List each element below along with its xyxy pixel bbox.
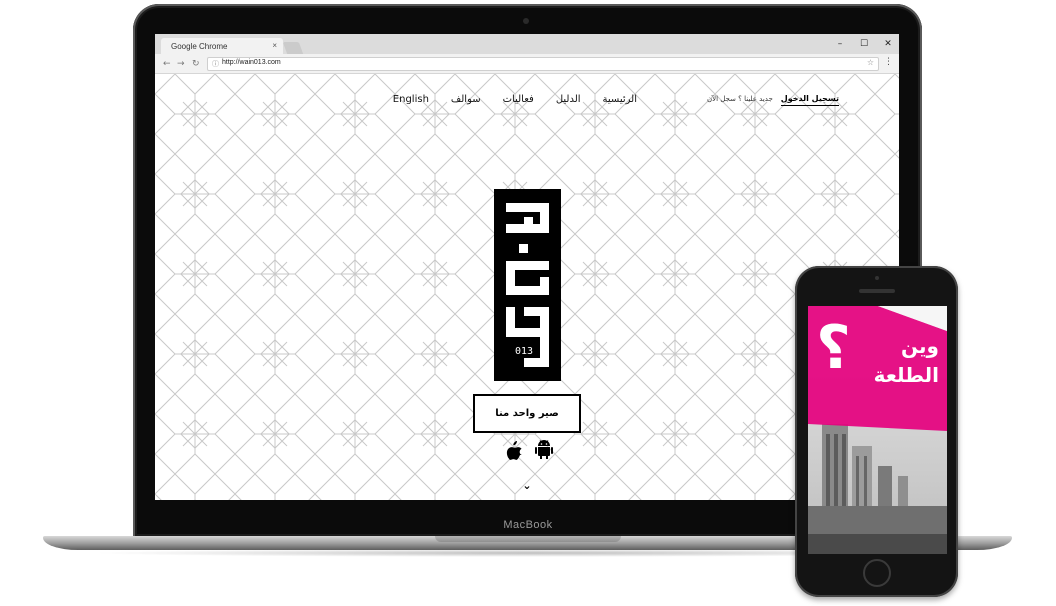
join-us-button[interactable]: صير واحد منا (473, 394, 581, 433)
phone-home-button[interactable] (863, 559, 891, 587)
address-bar-url[interactable]: http://wain013.com (222, 59, 281, 66)
close-window-button[interactable]: ✕ (883, 37, 893, 51)
smartphone: ؟ وين الطلعة (795, 266, 958, 597)
new-tab-button[interactable] (282, 42, 304, 54)
nav-item-events[interactable]: فعاليات (503, 94, 534, 105)
browser-tab-title: Google Chrome (171, 42, 228, 51)
register-link[interactable]: جديد علينا ؟ سجل الآن (707, 95, 773, 103)
tab-close-icon[interactable]: × (272, 41, 277, 50)
nav-item-stories[interactable]: سوالف (451, 94, 481, 105)
browser-toolbar: ← → ↻ ⓘ http://wain013.com ☆ ⋮ (155, 54, 899, 74)
nav-item-home[interactable]: الرئيسية (603, 94, 637, 105)
auth-links: جديد علينا ؟ سجل الآن تسجيل الدخول (707, 94, 839, 106)
browser-tab-bar: Google Chrome × – ☐ ✕ (155, 34, 899, 54)
reload-icon[interactable]: ↻ (192, 57, 200, 71)
bookmark-star-icon[interactable]: ☆ (867, 58, 874, 67)
laptop-camera (523, 18, 529, 24)
phone-headline-line2: الطلعة (873, 363, 939, 387)
phone-speaker (859, 289, 895, 293)
browser-tab[interactable]: Google Chrome × (161, 38, 283, 54)
forward-arrow-icon[interactable]: → (177, 57, 185, 71)
apple-icon[interactable] (505, 440, 523, 460)
scroll-down-chevron-icon[interactable]: ⌄ (155, 479, 899, 492)
phone-question-mark: ؟ (816, 313, 851, 383)
site-logo: 013 (494, 189, 561, 381)
laptop-screen: Google Chrome × – ☐ ✕ ← → ↻ ⓘ http://wai… (155, 34, 899, 500)
nav-item-english[interactable]: English (393, 94, 429, 105)
login-link[interactable]: تسجيل الدخول (780, 94, 839, 106)
minimize-button[interactable]: – (835, 37, 845, 51)
app-store-icons (505, 440, 553, 460)
back-arrow-icon[interactable]: ← (163, 57, 171, 71)
main-nav: English سوالف فعاليات الدليل الرئيسية (393, 94, 637, 105)
android-icon[interactable] (535, 440, 553, 460)
laptop-notch (435, 536, 621, 542)
window-controls: – ☐ ✕ (835, 37, 893, 51)
browser-menu-icon[interactable]: ⋮ (884, 57, 893, 67)
phone-headline-line1: وين (901, 334, 939, 358)
address-bar[interactable]: ⓘ http://wain013.com ☆ (207, 57, 879, 71)
phone-screen: ؟ وين الطلعة (808, 306, 947, 554)
nav-item-guide[interactable]: الدليل (556, 94, 581, 105)
maximize-button[interactable]: ☐ (859, 37, 869, 51)
logo-code: 013 (515, 346, 533, 357)
page-info-icon[interactable]: ⓘ (212, 59, 219, 69)
web-page: English سوالف فعاليات الدليل الرئيسية جد… (155, 74, 899, 500)
phone-camera (875, 276, 879, 280)
